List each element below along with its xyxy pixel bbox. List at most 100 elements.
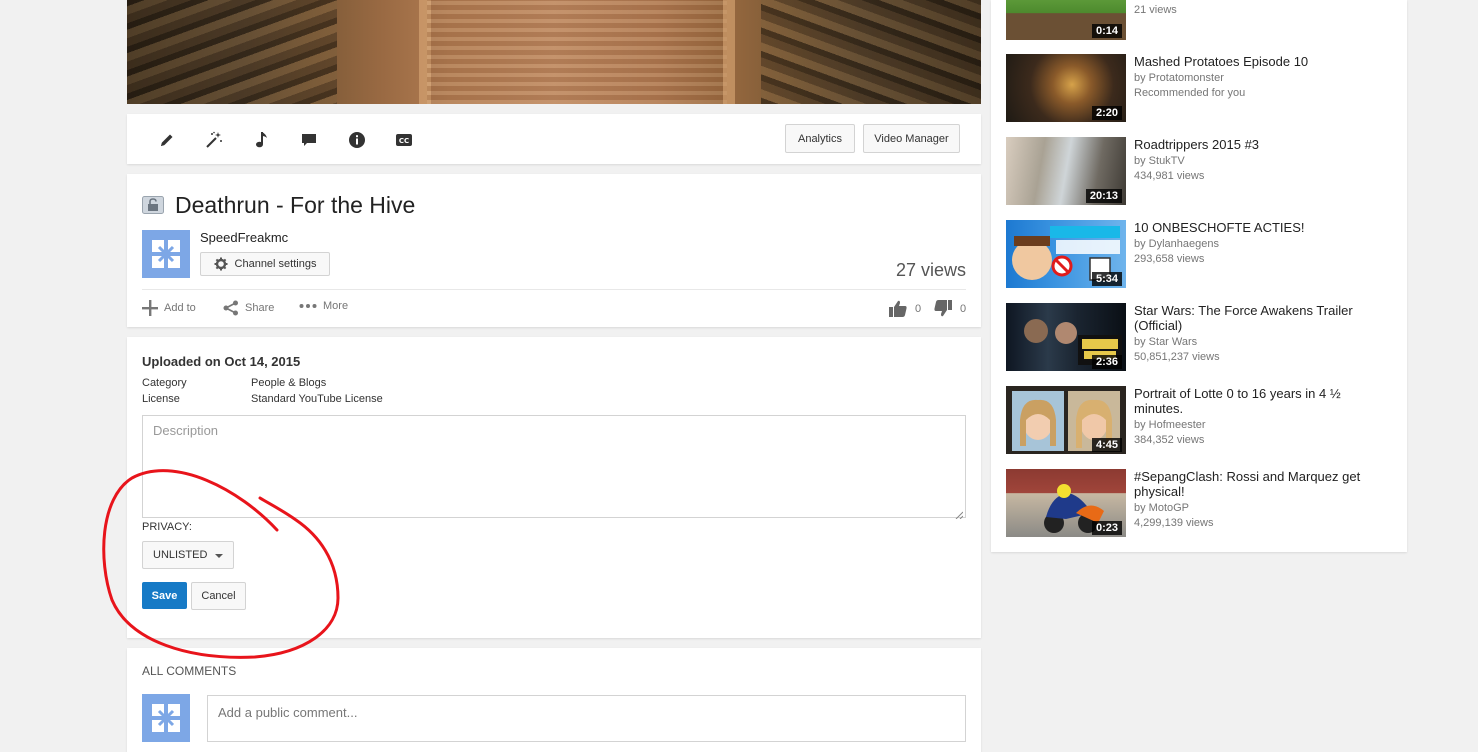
video-duration: 4:45 (1091, 438, 1122, 452)
divider (142, 289, 966, 290)
gear-icon (214, 257, 228, 271)
video-views: 4,299,139 views (1134, 517, 1214, 529)
like-count: 0 (915, 302, 922, 315)
category-label: Category (142, 377, 187, 389)
related-video-item[interactable]: 5:34 10 ONBESCHOFTE ACTIES! by Dylanhaeg… (1006, 220, 1406, 288)
description-placeholder: Description (153, 423, 219, 438)
video-title[interactable]: Mashed Protatoes Episode 10 (1134, 54, 1366, 69)
video-duration: 20:13 (1085, 189, 1122, 203)
more-label: More (323, 300, 349, 312)
thumbs-up-icon (889, 300, 907, 317)
more-button[interactable]: More (299, 300, 348, 312)
related-video-item[interactable]: 0:23 #SepangClash: Rossi and Marquez get… (1006, 469, 1406, 537)
save-button[interactable]: Save (142, 582, 187, 609)
comment-input[interactable]: Add a public comment... (207, 695, 966, 742)
video-frame-detail (427, 0, 727, 104)
video-views: 384,352 views (1134, 434, 1205, 446)
video-views: 21 views (1134, 4, 1177, 16)
video-title[interactable]: #SepangClash: Rossi and Marquez get phys… (1134, 469, 1366, 499)
category-value: People & Blogs (251, 377, 327, 389)
video-details-card: Uploaded on Oct 14, 2015 Category People… (127, 337, 981, 638)
share-label: Share (245, 302, 275, 314)
privacy-dropdown[interactable]: UNLISTED (142, 541, 234, 569)
license-label: License (142, 393, 180, 405)
video-title[interactable]: Roadtrippers 2015 #3 (1134, 137, 1366, 152)
video-title[interactable]: Portrait of Lotte 0 to 16 years in 4 ½ m… (1134, 386, 1366, 416)
video-title: Deathrun - For the Hive (175, 192, 416, 218)
svg-text:CC: CC (399, 137, 409, 145)
related-video-item[interactable]: 0:14 21 views (1006, 0, 1406, 40)
video-views: 50,851,237 views (1134, 351, 1220, 363)
video-duration: 0:23 (1091, 521, 1122, 535)
plus-icon (142, 300, 158, 316)
video-frame-detail (127, 0, 337, 104)
channel-name[interactable]: SpeedFreakmc (200, 230, 288, 245)
video-channel: by Dylanhaegens (1134, 238, 1220, 250)
video-channel: by Star Wars (1134, 336, 1198, 348)
video-duration: 0:14 (1091, 24, 1122, 38)
channel-avatar[interactable] (142, 230, 190, 278)
related-video-item[interactable]: 20:13 Roadtrippers 2015 #3 by StukTV 434… (1006, 137, 1406, 205)
related-video-item[interactable]: 4:45 Portrait of Lotte 0 to 16 years in … (1006, 386, 1406, 454)
user-avatar (142, 694, 190, 742)
video-thumbnail[interactable]: 5:34 (1006, 220, 1126, 288)
video-channel: by StukTV (1134, 155, 1185, 167)
video-channel: by Hofmeester (1134, 419, 1206, 431)
comments-card: ALL COMMENTS Add a public comment... (127, 648, 981, 752)
video-thumbnail[interactable]: 0:14 (1006, 0, 1126, 40)
video-title[interactable]: 10 ONBESCHOFTE ACTIES! (1134, 220, 1366, 235)
video-duration: 2:36 (1091, 355, 1122, 369)
video-manager-button[interactable]: Video Manager (863, 124, 960, 153)
related-video-item[interactable]: 2:20 Mashed Protatoes Episode 10 by Prot… (1006, 54, 1406, 122)
video-thumbnail[interactable]: 4:45 (1006, 386, 1126, 454)
more-dots-icon (299, 303, 317, 309)
thumbs-down-icon (934, 300, 952, 317)
view-count: 27 views (895, 260, 966, 280)
share-button[interactable]: Share (223, 300, 274, 316)
comment-placeholder: Add a public comment... (218, 705, 358, 720)
comments-title: ALL COMMENTS (142, 664, 237, 678)
magic-wand-icon[interactable] (204, 130, 224, 150)
video-views: 293,658 views (1134, 253, 1205, 265)
cancel-button[interactable]: Cancel (191, 582, 246, 610)
video-duration: 2:20 (1091, 106, 1122, 120)
info-icon[interactable] (347, 130, 367, 150)
channel-settings-button[interactable]: Channel settings (200, 252, 330, 276)
video-frame-detail (761, 0, 981, 104)
privacy-value: UNLISTED (153, 549, 208, 561)
related-videos-sidebar: 0:14 21 views 2:20 Mashed Protatoes Epis… (991, 0, 1407, 552)
license-value: Standard YouTube License (251, 393, 383, 405)
dislike-count: 0 (960, 302, 967, 315)
video-thumbnail[interactable]: 0:23 (1006, 469, 1126, 537)
video-thumbnail[interactable]: 2:20 (1006, 54, 1126, 122)
comment-bubble-icon[interactable] (299, 130, 319, 150)
video-views: 434,981 views (1134, 170, 1205, 182)
upload-date: Uploaded on Oct 14, 2015 (142, 354, 301, 369)
music-note-icon[interactable] (252, 130, 272, 150)
video-meta: Recommended for you (1134, 87, 1246, 99)
analytics-button[interactable]: Analytics (785, 124, 855, 153)
resize-handle-icon[interactable] (955, 507, 964, 520)
description-textarea[interactable]: Description (142, 415, 966, 520)
video-duration: 5:34 (1091, 272, 1122, 286)
video-title[interactable]: Star Wars: The Force Awakens Trailer (Of… (1134, 303, 1366, 333)
video-frame-detail (723, 0, 735, 104)
dislike-button[interactable]: 0 (934, 300, 966, 317)
caret-down-icon (215, 554, 223, 558)
creator-toolbar: CC Analytics Video Manager (127, 114, 981, 164)
like-button[interactable]: 0 (889, 300, 921, 317)
privacy-label: PRIVACY: (142, 521, 192, 533)
add-to-button[interactable]: Add to (142, 300, 196, 316)
closed-captions-icon[interactable]: CC (394, 130, 414, 150)
video-channel: by Protatomonster (1134, 72, 1224, 84)
video-info-card: Deathrun - For the Hive SpeedFreakmc Cha… (127, 174, 981, 327)
video-thumbnail[interactable]: 2:36 (1006, 303, 1126, 371)
pencil-icon[interactable] (157, 130, 177, 150)
channel-settings-label: Channel settings (234, 258, 317, 270)
share-icon (223, 300, 239, 316)
add-to-label: Add to (164, 302, 196, 314)
video-thumbnail[interactable]: 20:13 (1006, 137, 1126, 205)
related-video-item[interactable]: 2:36 Star Wars: The Force Awakens Traile… (1006, 303, 1406, 371)
video-channel: by MotoGP (1134, 502, 1190, 514)
video-player[interactable] (127, 0, 981, 104)
